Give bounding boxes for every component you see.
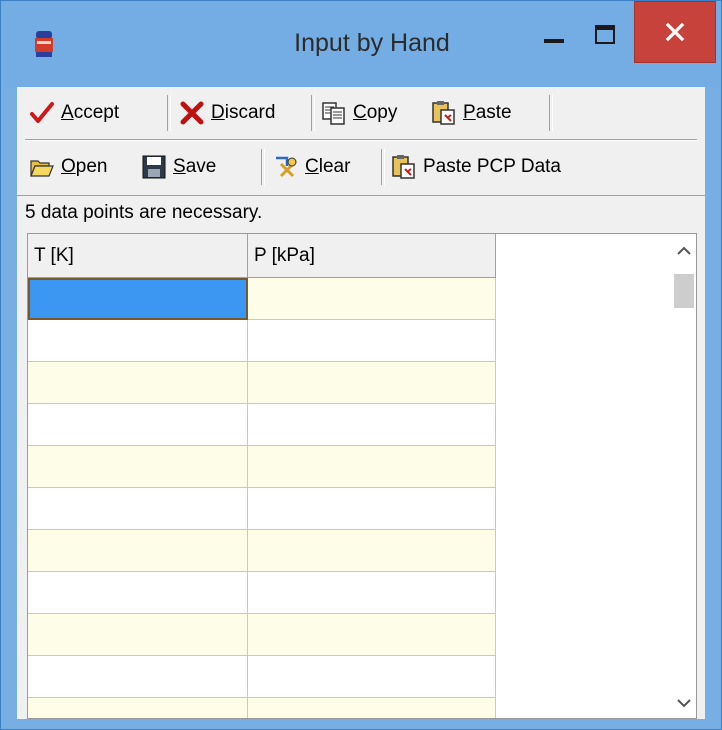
accept-accel: A <box>61 102 74 123</box>
table-cell[interactable] <box>28 488 248 530</box>
discard-accel: D <box>211 102 225 123</box>
table-cell[interactable] <box>28 362 248 404</box>
table-cell[interactable] <box>28 404 248 446</box>
table-cell[interactable] <box>248 446 496 488</box>
clear-button[interactable]: Clear <box>273 147 350 187</box>
table-cell[interactable] <box>28 530 248 572</box>
scroll-down-icon[interactable] <box>676 696 692 710</box>
table-row <box>28 656 496 698</box>
table-row <box>28 404 496 446</box>
table-row <box>28 698 496 718</box>
table-cell[interactable] <box>248 614 496 656</box>
toolbar-separator <box>311 95 315 131</box>
scroll-up-icon[interactable] <box>676 244 692 258</box>
scrollbar-thumb[interactable] <box>674 274 694 308</box>
table-cell[interactable] <box>248 572 496 614</box>
clear-label: lear <box>318 156 351 177</box>
table-cell[interactable] <box>248 320 496 362</box>
toolbar-separator <box>261 149 265 185</box>
copy-button[interactable]: Copy <box>321 93 397 133</box>
table-row <box>28 488 496 530</box>
table-row <box>28 278 496 320</box>
table-cell[interactable] <box>28 572 248 614</box>
copy-icon <box>322 102 345 125</box>
toolbar-edit: Accept Discard Copy Paste <box>17 87 705 139</box>
paste-icon <box>432 101 455 125</box>
paste-pcp-data-label: Paste PCP Data <box>423 156 562 177</box>
status-message: 5 data points are necessary. <box>17 195 705 229</box>
paste-icon <box>392 155 415 179</box>
table-row <box>28 572 496 614</box>
discard-button[interactable]: Discard <box>179 93 275 133</box>
minimize-button[interactable] <box>531 13 577 57</box>
clear-accel: C <box>305 156 319 177</box>
table-cell[interactable] <box>248 362 496 404</box>
toolbar-separator <box>549 95 553 131</box>
vertical-scrollbar[interactable] <box>672 234 696 718</box>
x-mark-icon <box>180 101 204 125</box>
open-accel: O <box>61 156 76 177</box>
paste-accel: P <box>463 102 476 123</box>
copy-accel: C <box>353 102 367 123</box>
open-label: pen <box>75 156 108 177</box>
table-cell[interactable] <box>28 320 248 362</box>
table-cell[interactable] <box>28 698 248 718</box>
table-row <box>28 362 496 404</box>
open-button[interactable]: Open <box>29 147 107 187</box>
save-label: ave <box>185 156 217 177</box>
discard-label: iscard <box>224 102 276 123</box>
paste-button[interactable]: Paste <box>431 93 512 133</box>
window: Input by Hand Accept Discard Copy Paste … <box>0 0 722 730</box>
table-cell[interactable] <box>28 656 248 698</box>
close-icon <box>665 22 685 42</box>
accept-label: ccept <box>73 102 120 123</box>
checkmark-icon <box>30 102 54 123</box>
table-cell[interactable] <box>28 278 248 320</box>
table-cell[interactable] <box>248 488 496 530</box>
eraser-icon <box>276 156 297 178</box>
toolbar-separator <box>167 95 171 131</box>
table-row <box>28 446 496 488</box>
data-grid[interactable]: T [K] P [kPa] <box>27 233 697 719</box>
table-row <box>28 320 496 362</box>
save-accel: S <box>173 156 186 177</box>
toolbar-separator <box>381 149 385 185</box>
table-row <box>28 614 496 656</box>
toolbar-file: Open Save Clear Paste PCP Data <box>17 141 705 193</box>
dialog-client: Accept Discard Copy Paste Open Save Clea… <box>17 87 705 719</box>
accept-button[interactable]: Accept <box>29 93 119 133</box>
table-cell[interactable] <box>28 446 248 488</box>
column-header-temperature[interactable]: T [K] <box>28 234 248 278</box>
table-cell[interactable] <box>248 656 496 698</box>
table-cell[interactable] <box>28 614 248 656</box>
close-button[interactable] <box>634 1 716 63</box>
table-cell[interactable] <box>248 278 496 320</box>
floppy-disk-icon <box>142 155 166 179</box>
table-cell[interactable] <box>248 530 496 572</box>
paste-label: aste <box>475 102 512 123</box>
save-button[interactable]: Save <box>141 147 216 187</box>
folder-open-icon <box>30 160 54 177</box>
title-bar[interactable]: Input by Hand <box>1 1 721 87</box>
column-header-pressure[interactable]: P [kPa] <box>248 234 496 278</box>
copy-label: opy <box>366 102 398 123</box>
table-cell[interactable] <box>248 698 496 718</box>
table-row <box>28 530 496 572</box>
paste-pcp-data-button[interactable]: Paste PCP Data <box>391 147 561 187</box>
table-cell[interactable] <box>248 404 496 446</box>
maximize-button[interactable] <box>579 13 629 57</box>
